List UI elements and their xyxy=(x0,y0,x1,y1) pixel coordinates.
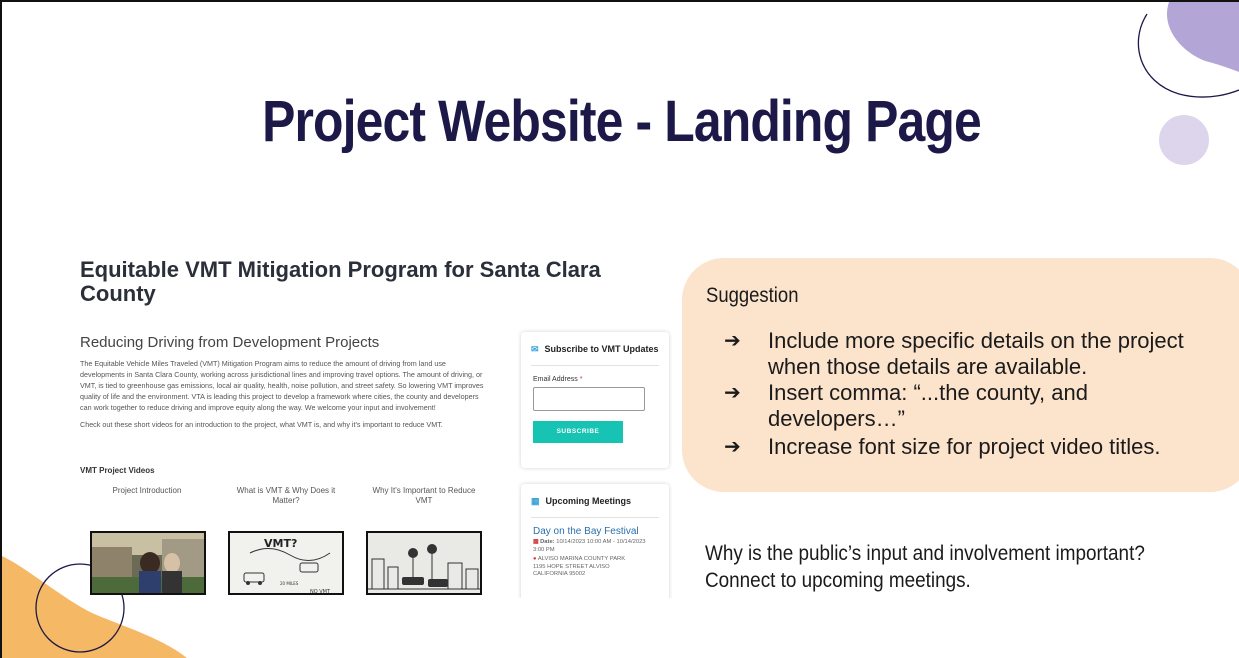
video-title-why-reduce[interactable]: Why It's Important to Reduce VMT xyxy=(364,486,484,506)
website-heading: Equitable VMT Mitigation Program for San… xyxy=(80,258,601,306)
video-title-intro[interactable]: Project Introduction xyxy=(87,486,207,496)
question-text: Why is the public’s input and involvemen… xyxy=(705,540,1173,594)
meeting-date: ▦ Date: 10/14/2023 10:00 AM - 10/14/2023… xyxy=(521,537,669,554)
website-paragraph-2: Check out these short videos for an intr… xyxy=(80,420,443,429)
meeting-location-line-3: CALIFORNIA 95002 xyxy=(533,571,586,577)
meeting-date-label: Date: xyxy=(540,539,555,545)
svg-text:20 MILES: 20 MILES xyxy=(280,581,299,586)
meeting-location: ● ALVISO MARINA COUNTY PARK 1195 HOPE ST… xyxy=(521,554,669,579)
svg-text:NO VMT: NO VMT xyxy=(310,589,331,595)
suggestion-text: Include more specific details on the pro… xyxy=(768,328,1184,379)
meeting-location-line-1: ALVISO MARINA COUNTY PARK xyxy=(537,556,626,562)
website-screenshot: Equitable VMT Mitigation Program for San… xyxy=(80,258,680,598)
subscribe-button[interactable]: SUBSCRIBE xyxy=(533,421,623,443)
meetings-heading: Upcoming Meetings xyxy=(545,496,632,506)
subscribe-heading-row: ✉ Subscribe to VMT Updates xyxy=(521,332,669,355)
arrow-icon: ➔ xyxy=(724,330,741,352)
slide-title: Project Website - Landing Page xyxy=(262,89,982,154)
email-input[interactable] xyxy=(533,387,645,411)
suggestion-panel: Suggestion ➔ Include more specific detai… xyxy=(682,258,1239,492)
suggestion-heading: Suggestion xyxy=(706,284,799,307)
suggestion-text: Insert comma: “...the county, and develo… xyxy=(768,380,1088,431)
website-subheading: Reducing Driving from Development Projec… xyxy=(80,334,380,351)
video-title-what-is-vmt[interactable]: What is VMT & Why Does it Matter? xyxy=(226,486,346,506)
website-paragraph-1: The Equitable Vehicle Miles Traveled (VM… xyxy=(80,359,484,412)
website-body: The Equitable Vehicle Miles Traveled (VM… xyxy=(80,358,490,436)
location-pin-icon: ● xyxy=(533,556,537,562)
envelope-icon: ✉ xyxy=(531,344,539,354)
video-thumbnail-why-reduce[interactable] xyxy=(366,531,482,595)
required-marker: * xyxy=(579,376,583,383)
subscribe-card: ✉ Subscribe to VMT Updates Email Address… xyxy=(521,332,669,468)
question-line-2: Connect to upcoming meetings. xyxy=(705,569,971,592)
subscribe-heading: Subscribe to VMT Updates xyxy=(544,344,659,354)
meetings-heading-row: ▦ Upcoming Meetings xyxy=(521,484,669,507)
suggestion-text: Increase font size for project video tit… xyxy=(768,434,1161,459)
meeting-location-line-2: 1195 HOPE STREET ALVISO xyxy=(533,563,610,570)
meeting-event-link[interactable]: Day on the Bay Festival xyxy=(521,518,669,537)
email-label-row: Email Address * xyxy=(521,366,669,387)
calendar-icon: ▦ xyxy=(531,496,540,506)
email-label: Email Address xyxy=(533,376,578,383)
question-line-1: Why is the public’s input and involvemen… xyxy=(705,542,1145,565)
arrow-icon: ➔ xyxy=(724,382,741,404)
slide: Project Website - Landing Page Equitable… xyxy=(0,0,1239,658)
calendar-small-icon: ▦ xyxy=(533,539,539,545)
videos-heading: VMT Project Videos xyxy=(80,466,155,475)
video-thumbnail-intro[interactable] xyxy=(90,531,206,595)
arrow-icon: ➔ xyxy=(724,436,741,458)
meetings-card: ▦ Upcoming Meetings Day on the Bay Festi… xyxy=(521,484,669,598)
video-thumbnail-what-is-vmt[interactable]: VMT? NO VMT 20 MILES xyxy=(228,531,344,595)
